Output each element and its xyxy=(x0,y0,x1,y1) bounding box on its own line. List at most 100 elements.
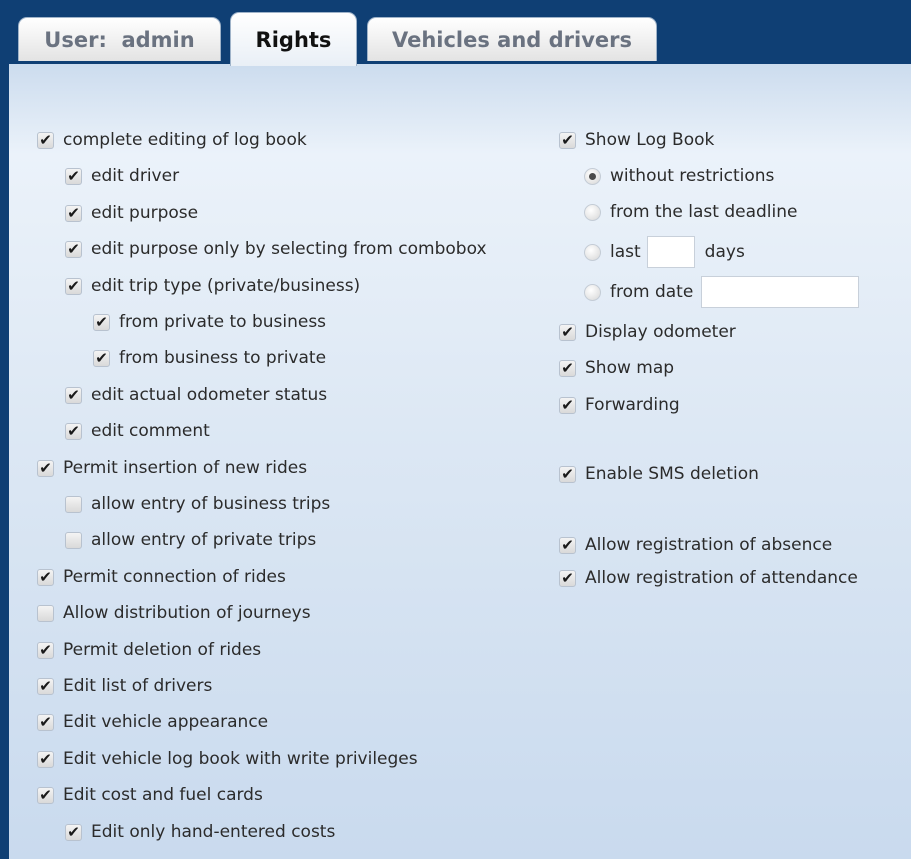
checkbox[interactable] xyxy=(65,531,82,549)
checkmark-icon: ✔ xyxy=(39,130,52,149)
checkbox[interactable]: ✔ xyxy=(37,750,54,768)
radio-label: from the last deadline xyxy=(610,202,798,222)
option-row[interactable]: allow entry of private trips xyxy=(65,526,316,554)
option-label: Edit cost and fuel cards xyxy=(63,785,263,805)
checkmark-icon: ✔ xyxy=(561,568,574,587)
checkmark-icon: ✔ xyxy=(67,239,80,258)
radio-button[interactable] xyxy=(584,167,601,185)
tab-user[interactable]: User: admin xyxy=(18,17,221,61)
checkbox[interactable]: ✔ xyxy=(559,536,576,554)
option-label: Edit list of drivers xyxy=(63,676,213,696)
checkmark-icon: ✔ xyxy=(561,358,574,377)
radio-label: from date xyxy=(610,282,694,302)
checkmark-icon: ✔ xyxy=(39,640,52,659)
checkmark-icon: ✔ xyxy=(39,676,52,695)
show-log-book-label: Show Log Book xyxy=(585,130,715,150)
checkmark-icon: ✔ xyxy=(39,458,52,477)
last-days-input[interactable] xyxy=(646,236,695,268)
option-row[interactable]: ✔ Permit deletion of rides xyxy=(37,636,261,664)
checkbox[interactable]: ✔ xyxy=(65,421,82,440)
option-label: edit driver xyxy=(91,166,180,186)
option-label: edit purpose xyxy=(91,203,199,223)
checkbox[interactable]: ✔ xyxy=(37,458,54,477)
option-row[interactable]: ✔ Show map xyxy=(559,354,674,382)
option-row[interactable]: ✔ Permit insertion of new rides xyxy=(37,454,307,482)
radio-label: without restrictions xyxy=(610,166,775,186)
checkbox[interactable]: ✔ xyxy=(37,712,54,731)
checkbox[interactable]: ✔ xyxy=(93,313,110,331)
checkbox[interactable]: ✔ xyxy=(37,640,54,659)
from-date-input[interactable] xyxy=(701,276,860,308)
option-row[interactable]: ✔ Edit vehicle log book with write privil… xyxy=(37,745,418,773)
checkmark-icon: ✔ xyxy=(67,385,80,404)
option-row[interactable]: ✔ edit purpose only by selecting from com… xyxy=(65,235,487,263)
checkmark-icon: ✔ xyxy=(67,421,80,440)
option-label: Allow registration of attendance xyxy=(585,568,858,588)
option-row[interactable]: allow entry of business trips xyxy=(65,490,330,518)
checkbox[interactable]: ✔ xyxy=(65,166,82,185)
checkbox[interactable] xyxy=(37,604,54,622)
option-row[interactable]: ✔ edit trip type (private/business) xyxy=(65,272,360,300)
option-row[interactable]: ✔ Allow registration of absence xyxy=(559,531,832,559)
option-row[interactable]: ✔ from business to private xyxy=(93,344,326,372)
option-label: Permit insertion of new rides xyxy=(63,458,308,478)
option-label: Permit connection of rides xyxy=(63,567,286,587)
radio-label: last xyxy=(610,242,641,262)
checkbox[interactable]: ✔ xyxy=(37,568,54,586)
checkbox[interactable]: ✔ xyxy=(65,239,82,258)
option-label: allow entry of private trips xyxy=(91,530,317,550)
checkbox[interactable]: ✔ xyxy=(37,785,54,804)
option-row[interactable]: ✔ Allow registration of attendance xyxy=(559,564,858,592)
checkbox[interactable]: ✔ xyxy=(559,323,576,341)
option-row[interactable]: Allow distribution of journeys xyxy=(37,599,311,627)
checkbox[interactable]: ✔ xyxy=(65,823,82,841)
checkmark-icon: ✔ xyxy=(39,785,52,804)
radio-from-date[interactable]: from date xyxy=(584,274,869,310)
option-row[interactable]: ✔ edit driver xyxy=(65,162,179,190)
rights-panel: ✔ complete editing of log book ✔ edit drive… xyxy=(9,64,911,859)
checkmark-icon: ✔ xyxy=(67,276,80,295)
checkbox[interactable]: ✔ xyxy=(559,396,576,414)
option-row[interactable]: ✔ Forwarding xyxy=(559,391,680,419)
radio-from-last-deadline[interactable]: from the last deadline xyxy=(584,198,797,226)
option-row[interactable]: ✔ edit actual odometer status xyxy=(65,381,327,409)
option-label: Enable SMS deletion xyxy=(585,464,759,484)
checkbox[interactable]: ✔ xyxy=(65,276,82,295)
tab-rights[interactable]: Rights xyxy=(230,12,357,66)
option-row[interactable]: ✔ Edit list of drivers xyxy=(37,672,212,700)
radio-button[interactable] xyxy=(584,283,601,301)
option-row[interactable]: ✔ edit comment xyxy=(65,417,210,445)
checkbox[interactable]: ✔ xyxy=(559,465,576,483)
option-label: Allow registration of absence xyxy=(585,535,833,555)
option-row[interactable]: ✔ Permit connection of rides xyxy=(37,563,286,591)
show-log-book-checkbox[interactable]: ✔ xyxy=(559,130,576,149)
option-row[interactable]: ✔ Enable SMS deletion xyxy=(559,460,759,488)
option-row[interactable]: ✔ Edit cost and fuel cards xyxy=(37,781,263,809)
option-row[interactable]: ✔ from private to business xyxy=(93,308,326,336)
checkbox[interactable]: ✔ xyxy=(37,130,54,149)
option-row[interactable]: ✔ complete editing of log book xyxy=(37,126,307,154)
option-row[interactable]: ✔ Edit vehicle appearance xyxy=(37,708,268,736)
checkmark-icon: ✔ xyxy=(67,166,80,185)
checkmark-icon: ✔ xyxy=(39,712,52,731)
checkmark-icon: ✔ xyxy=(561,130,574,149)
option-label: Edit vehicle appearance xyxy=(63,712,269,732)
tab-vehicles-and-drivers[interactable]: Vehicles and drivers xyxy=(367,17,657,61)
radio-button[interactable] xyxy=(584,203,601,221)
radio-button[interactable] xyxy=(584,243,601,261)
checkbox[interactable]: ✔ xyxy=(65,204,82,222)
checkbox[interactable]: ✔ xyxy=(559,568,576,587)
checkbox[interactable]: ✔ xyxy=(559,358,576,377)
option-row[interactable]: ✔ Display odometer xyxy=(559,318,736,346)
checkbox[interactable]: ✔ xyxy=(37,676,54,695)
checkbox[interactable]: ✔ xyxy=(65,385,82,404)
checkbox[interactable]: ✔ xyxy=(93,349,110,367)
option-label: Display odometer xyxy=(585,322,736,342)
option-show-log-book[interactable]: ✔ Show Log Book xyxy=(559,126,714,154)
radio-without-restrictions[interactable]: without restrictions xyxy=(584,162,774,190)
option-row[interactable]: ✔ edit purpose xyxy=(65,199,198,227)
checkbox[interactable] xyxy=(65,495,82,513)
radio-last-days[interactable]: last days xyxy=(584,234,745,270)
option-row[interactable]: ✔ Edit only hand-entered costs xyxy=(65,818,335,846)
option-label: edit purpose only by selecting from comb… xyxy=(91,239,487,259)
